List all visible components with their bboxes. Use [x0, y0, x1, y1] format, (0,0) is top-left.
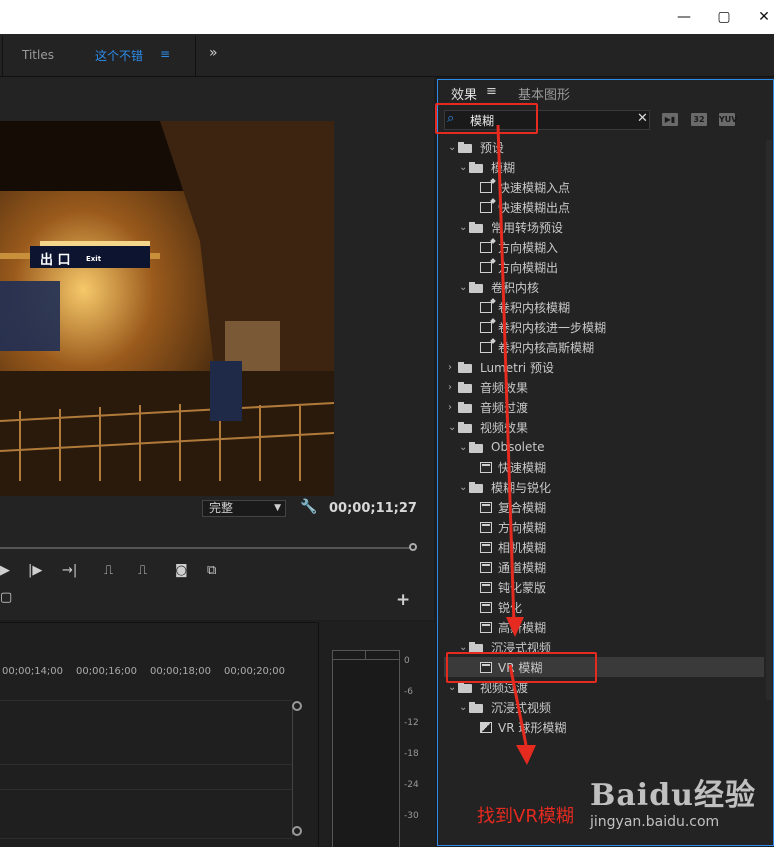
track-divider [0, 789, 292, 790]
timeline-vertical-scrollbar[interactable] [292, 705, 301, 835]
folder-icon [458, 421, 474, 433]
maximize-icon[interactable]: ▢ [704, 0, 744, 34]
minimize-icon[interactable]: — [664, 0, 704, 34]
folder-icon [469, 481, 485, 493]
chevron-down-icon[interactable]: ⌄ [459, 442, 469, 453]
track-divider [0, 700, 292, 701]
tab-essential-graphics[interactable]: 基本图形 [518, 84, 570, 103]
chevron-down-icon[interactable]: ⌄ [448, 142, 458, 153]
chevron-down-icon[interactable]: ⌄ [459, 162, 469, 173]
workspace-menu-icon[interactable]: ≡ [160, 47, 170, 61]
effects-menu-icon[interactable]: ≡ [486, 84, 497, 99]
workspace-tab-active[interactable]: 这个不错 [95, 47, 143, 64]
chevron-down-icon[interactable]: ⌄ [459, 642, 469, 653]
folder-icon [458, 401, 474, 413]
scroll-handle-bottom[interactable] [292, 826, 302, 836]
tab-effects[interactable]: 效果 [451, 84, 477, 103]
resolution-value: 完整 [209, 501, 234, 515]
chevron-right-icon[interactable]: › [448, 362, 458, 373]
audio-meter [332, 650, 400, 847]
workspace-tab-titles[interactable]: Titles [22, 48, 54, 62]
meter-tick: -30 [404, 811, 419, 821]
meter-peak-line [333, 659, 399, 660]
timeline-tick: 00;00;16;00 [76, 666, 138, 677]
effects-scrollbar[interactable] [766, 140, 772, 700]
folder-icon [458, 141, 474, 153]
folder-icon [469, 641, 485, 653]
arrow-icon [496, 125, 536, 765]
chevron-down-icon[interactable]: ⌄ [459, 222, 469, 233]
extract-icon[interactable]: ⎍ [138, 563, 147, 578]
folder-icon [469, 221, 485, 233]
meter-tick: 0 [404, 656, 410, 666]
annotation-caption: 找到VR模糊 [477, 806, 574, 827]
night-station-image [0, 121, 334, 496]
folder-icon [469, 281, 485, 293]
chevron-down-icon: ▼ [274, 503, 281, 513]
filter-yuv-button[interactable]: YUV [719, 113, 737, 126]
clear-search-icon[interactable]: ✕ [637, 111, 648, 126]
workspace-divider [2, 36, 3, 76]
add-button-icon[interactable]: + [396, 590, 410, 610]
meter-tick: -12 [404, 718, 419, 728]
meter-tick: -6 [404, 687, 413, 697]
chevron-down-icon[interactable]: ⌄ [459, 282, 469, 293]
exit-sign-text: 出 口 [40, 253, 71, 268]
workspace-divider [195, 36, 196, 76]
step-forward-icon[interactable]: |▶ [28, 563, 42, 578]
track-divider [0, 838, 292, 839]
chevron-right-icon[interactable]: › [448, 402, 458, 413]
folder-icon [458, 361, 474, 373]
accelerated-effects-icon[interactable]: ▶▮ [662, 113, 678, 126]
workspace-overflow-icon[interactable]: » [209, 45, 218, 61]
chevron-down-icon[interactable]: ⌄ [459, 702, 469, 713]
resolution-select[interactable]: 完整 ▼ [202, 500, 286, 517]
video-preview: 出 口 Exit [0, 121, 334, 496]
meter-channel-divider [365, 651, 366, 659]
monitor-scrub-bar[interactable] [0, 547, 414, 549]
watermark-brand: Baidu经验 [590, 778, 756, 813]
chevron-down-icon[interactable]: ⌄ [448, 422, 458, 433]
scrub-end-handle[interactable] [409, 543, 417, 551]
camera-icon[interactable]: ◙ [175, 563, 188, 578]
chevron-down-icon[interactable]: ⌄ [448, 682, 458, 693]
window-titlebar [0, 0, 774, 34]
timeline-tick: 00;00;18;00 [150, 666, 212, 677]
chevron-down-icon[interactable]: ⌄ [459, 482, 469, 493]
meter-tick: -24 [404, 780, 419, 790]
playhead-timecode[interactable]: 00;00;11;27 [329, 501, 417, 516]
watermark-url: jingyan.baidu.com [590, 814, 720, 830]
timeline-tick: 00;00;14;00 [2, 666, 64, 677]
timeline-tick: 00;00;20;00 [224, 666, 286, 677]
track-divider [0, 764, 292, 765]
play-icon[interactable]: ▶ [0, 563, 10, 578]
folder-icon [458, 381, 474, 393]
lift-icon[interactable]: ⎍ [104, 563, 113, 578]
scroll-handle-top[interactable] [292, 701, 302, 711]
close-window-icon[interactable]: ✕ [744, 0, 774, 34]
exit-sign-sub: Exit [86, 255, 102, 263]
filter-32bit-button[interactable]: 32 [691, 113, 707, 126]
compare-icon[interactable]: ⧉ [207, 563, 216, 578]
watermark: Baidu经验 jingyan.baidu.com [590, 770, 756, 830]
timeline-panel [0, 622, 316, 847]
wrench-icon[interactable]: 🔧 [300, 499, 317, 515]
safe-margins-icon[interactable]: ▢ [0, 590, 12, 605]
folder-icon [469, 161, 485, 173]
chevron-right-icon[interactable]: › [448, 382, 458, 393]
go-to-out-icon[interactable]: →| [62, 563, 77, 578]
folder-icon [469, 441, 485, 453]
meter-tick: -18 [404, 749, 419, 759]
folder-icon [458, 681, 474, 693]
folder-icon [469, 701, 485, 713]
